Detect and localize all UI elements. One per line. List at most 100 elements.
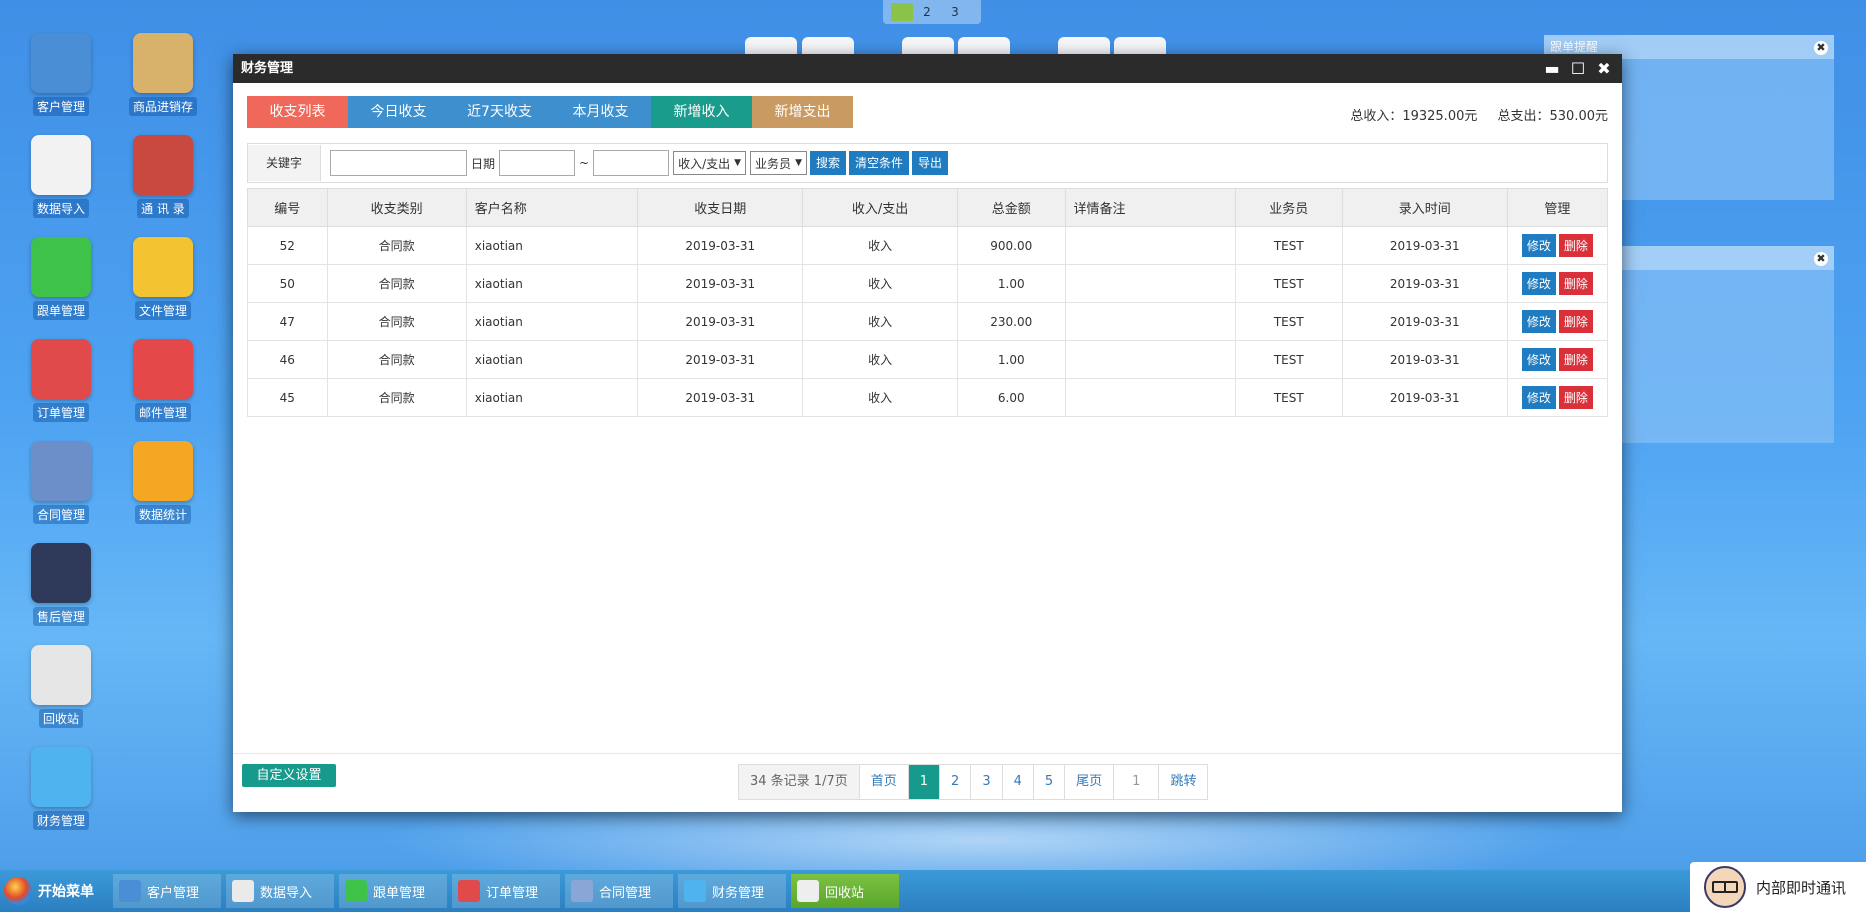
search-button[interactable]: 搜索 [809, 151, 846, 175]
desktop-icon-4[interactable]: 订单管理 [19, 339, 103, 422]
instant-messaging-button[interactable]: 内部即时通讯 [1690, 862, 1866, 912]
support-agent-icon [31, 543, 91, 603]
start-menu-button[interactable]: 开始菜单 [0, 870, 108, 912]
taskbar-item-4[interactable]: 订单管理 [452, 874, 560, 908]
keyword-input[interactable] [330, 150, 467, 176]
minimize-icon[interactable]: ▬ [1544, 60, 1560, 77]
clear-filters-button[interactable]: 清空条件 [849, 151, 910, 175]
users-check-icon [119, 880, 141, 902]
desktop-icon-label: 合同管理 [32, 505, 89, 524]
close-icon[interactable]: ✖ [1814, 41, 1828, 55]
desktop-icon-2[interactable]: 数据导入 [19, 135, 103, 218]
delete-button[interactable]: 删除 [1558, 272, 1593, 295]
desktop-icon-6[interactable]: 售后管理 [19, 543, 103, 626]
recycle-bin-icon [797, 880, 819, 902]
desktop-icon-3[interactable]: 跟单管理 [19, 237, 103, 320]
table-header-row: 编号 收支类别 客户名称 收支日期 收入/支出 总金额 详情备注 业务员 录入时间 管理 [247, 188, 1609, 227]
edit-button[interactable]: 修改 [1521, 234, 1556, 257]
jump-button[interactable]: 跳转 [1159, 765, 1207, 799]
close-icon[interactable]: ✖ [1596, 60, 1612, 77]
actions-cell: 修改 删除 [1506, 378, 1609, 417]
salesperson-select[interactable]: 业务员 ▼ [750, 151, 807, 175]
column-header: 客户名称 [465, 188, 639, 227]
page-link-4[interactable]: 4 [1003, 765, 1034, 799]
taskbar-item-5[interactable]: 合同管理 [565, 874, 673, 908]
table-cell: 45 [247, 378, 328, 417]
windows-logo-icon [4, 877, 32, 905]
table-row: 46 合同款 xiaotian 2019-03-31 收入 1.00 TEST 2019-03… [247, 340, 1609, 379]
chart-icon [458, 880, 480, 902]
desktop-icon-2[interactable]: 通 讯 录 [121, 135, 205, 218]
tab-5[interactable]: 新增收入 [651, 96, 752, 128]
desktop-page-3[interactable]: 3 [941, 5, 969, 19]
taskbar-item-3[interactable]: 跟单管理 [339, 874, 447, 908]
instant-messaging-label: 内部即时通讯 [1756, 878, 1847, 897]
window-tab-stub[interactable] [1114, 37, 1166, 55]
edit-button[interactable]: 修改 [1521, 348, 1556, 371]
export-button[interactable]: 导出 [912, 151, 949, 175]
tab-2[interactable]: 今日收支 [348, 96, 449, 128]
tab-6[interactable]: 新增支出 [752, 96, 853, 128]
last-page-link[interactable]: 尾页 [1065, 765, 1115, 799]
table-cell: 收入 [802, 264, 958, 303]
edit-button[interactable]: 修改 [1521, 272, 1556, 295]
maximize-icon[interactable]: ☐ [1570, 60, 1586, 77]
window-tab-stub[interactable] [958, 37, 1010, 55]
table-row: 50 合同款 xiaotian 2019-03-31 收入 1.00 TEST 2019-03… [247, 264, 1609, 303]
window-tab-stub[interactable] [902, 37, 954, 55]
recycle-bin-icon [31, 645, 91, 705]
table-cell: TEST [1234, 302, 1343, 341]
tab-4[interactable]: 本月收支 [550, 96, 651, 128]
type-select[interactable]: 收入/支出 ▼ [673, 151, 747, 175]
delete-button[interactable]: 删除 [1558, 348, 1593, 371]
desktop-icon-1[interactable]: 客户管理 [19, 33, 103, 116]
table-cell [1064, 226, 1236, 265]
custom-settings-button[interactable]: 自定义设置 [242, 764, 336, 787]
desktop-icon-label: 订单管理 [32, 403, 89, 422]
edit-button[interactable]: 修改 [1521, 386, 1556, 409]
chevron-down-icon: ▼ [795, 158, 802, 168]
table-cell: 900.00 [956, 226, 1066, 265]
desktop-icon-label: 回收站 [38, 709, 83, 728]
desktop-icon-5[interactable]: 合同管理 [19, 441, 103, 524]
date-from-input[interactable] [499, 150, 576, 176]
table-cell: 50 [247, 264, 328, 303]
tab-1[interactable]: 收支列表 [247, 96, 348, 128]
delete-button[interactable]: 删除 [1558, 386, 1593, 409]
desktop-icon-5[interactable]: 数据统计 [121, 441, 205, 524]
delete-button[interactable]: 删除 [1558, 310, 1593, 333]
taskbar-item-6[interactable]: 财务管理 [678, 874, 786, 908]
page-link-1[interactable]: 1 [908, 765, 941, 799]
delete-button[interactable]: 删除 [1558, 234, 1593, 257]
jump-page-input[interactable]: 1 [1114, 765, 1160, 799]
taskbar-item-1[interactable]: 客户管理 [113, 874, 221, 908]
page-link-3[interactable]: 3 [971, 765, 1003, 799]
window-tab-stub[interactable] [1058, 37, 1110, 55]
table-cell: 合同款 [326, 302, 467, 341]
desktop-icon-3[interactable]: 文件管理 [121, 237, 205, 320]
page-link-5[interactable]: 5 [1034, 765, 1066, 799]
desktop-page-1[interactable] [891, 3, 913, 21]
edit-button[interactable]: 修改 [1521, 310, 1556, 333]
window-titlebar[interactable]: 财务管理 ▬ ☐ ✖ [233, 54, 1622, 83]
date-separator: ~ [579, 156, 590, 170]
table-cell: 收入 [802, 302, 958, 341]
tab-3[interactable]: 近7天收支 [449, 96, 550, 128]
first-page-link[interactable]: 首页 [860, 765, 909, 799]
desktop-page-2[interactable]: 2 [913, 5, 941, 19]
avatar-icon [1704, 866, 1746, 908]
page-link-2[interactable]: 2 [940, 765, 972, 799]
taskbar-item-7[interactable]: 回收站 [791, 874, 899, 908]
date-to-input[interactable] [593, 150, 670, 176]
taskbar-item-2[interactable]: 数据导入 [226, 874, 334, 908]
desktop-icon-4[interactable]: 邮件管理 [121, 339, 205, 422]
taskbar-item-label: 回收站 [825, 885, 865, 901]
window-tab-stub[interactable] [745, 37, 797, 55]
desktop-icon-1[interactable]: 商品进销存 [121, 33, 205, 116]
column-header: 收支类别 [326, 188, 467, 227]
window-tab-stub[interactable] [802, 37, 854, 55]
package-box-icon [133, 33, 193, 93]
desktop-icon-8[interactable]: 财务管理 [19, 747, 103, 830]
close-icon[interactable]: ✖ [1814, 252, 1828, 266]
desktop-icon-7[interactable]: 回收站 [19, 645, 103, 728]
